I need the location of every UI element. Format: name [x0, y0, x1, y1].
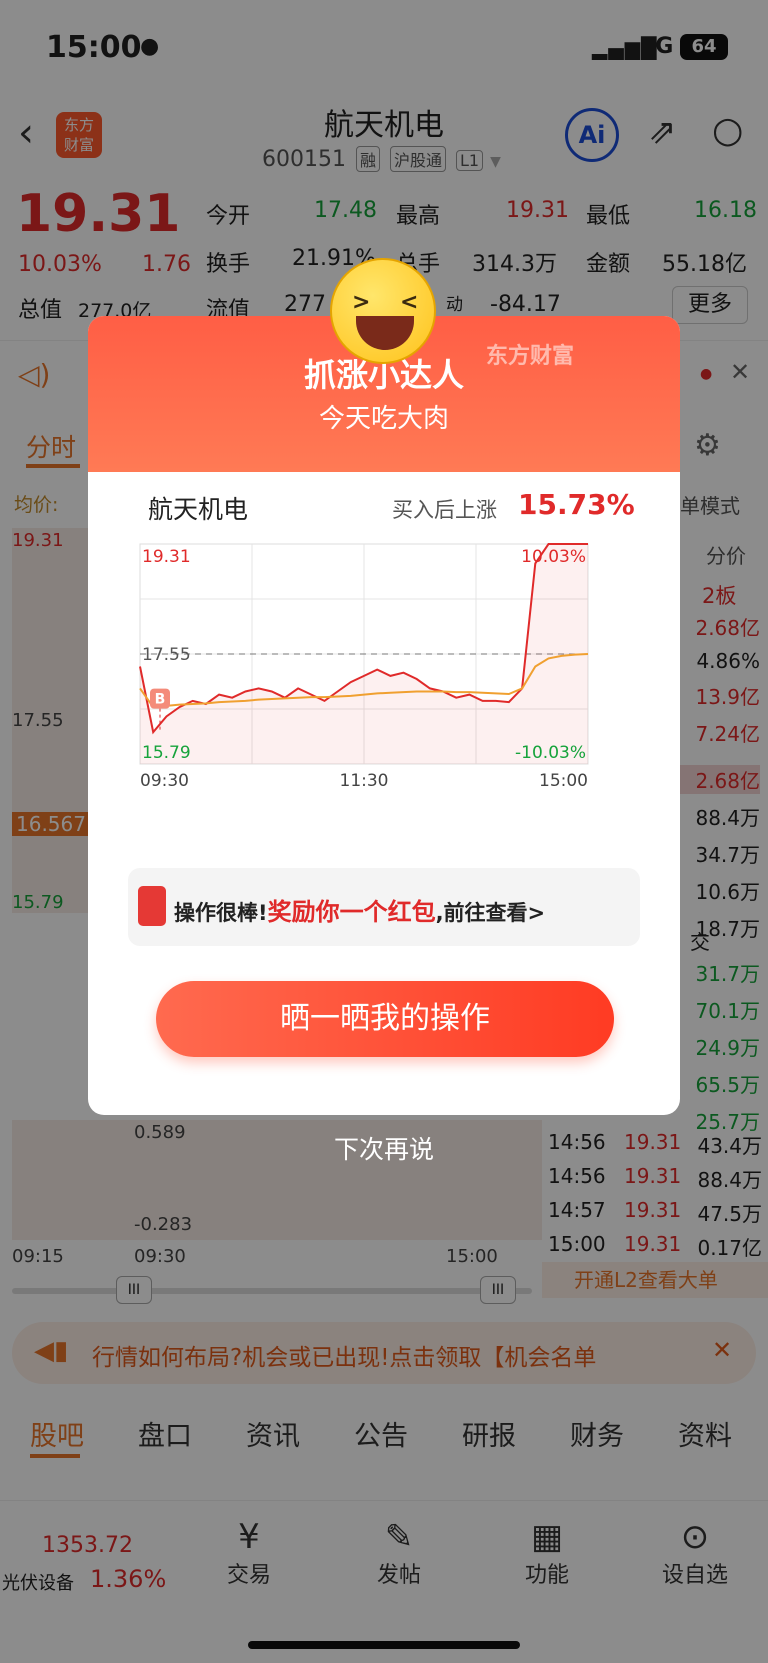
laughing-face-icon: > <	[330, 258, 436, 364]
share-operation-button[interactable]: 晒一晒我的操作	[156, 981, 614, 1057]
reward-text: 操作很棒!奖励你一个红包,前往查看>	[174, 892, 545, 927]
gain-label: 买入后上涨	[392, 498, 497, 522]
modal-subtitle: 今天吃大肉	[318, 404, 449, 434]
x-tick-label: 11:30	[340, 771, 389, 791]
gain-value: 15.73%	[518, 488, 635, 521]
mouth	[356, 316, 414, 350]
reward-highlight: 奖励你一个红包	[267, 898, 436, 926]
y-label-bottom-pct: -10.03%	[515, 743, 586, 763]
intraday-chart: B 19.31 17.55 15.79 10.03% -10.03% 09:30 11:30 1…	[139, 543, 589, 791]
x-tick-label: 15:00	[539, 771, 588, 791]
y-label-mid: 17.55	[142, 645, 191, 665]
y-label-top-pct: 10.03%	[521, 547, 586, 567]
eye-left: >	[352, 290, 371, 315]
y-label-bottom: 15.79	[142, 743, 191, 763]
achievement-modal: 东方财富 抓涨小达人 今天吃大肉 航天机电 买入后上涨 15.73% B 19.3…	[88, 316, 680, 1115]
x-tick-label: 09:30	[140, 771, 189, 791]
reward-lead: 操作很棒!	[174, 901, 268, 925]
y-label-top: 19.31	[142, 547, 191, 567]
red-envelope-icon	[138, 886, 166, 926]
reward-link[interactable]: ,前往查看>	[436, 901, 546, 925]
eye-right: <	[400, 290, 419, 315]
reward-bar[interactable]: 操作很棒!奖励你一个红包,前往查看>	[128, 868, 640, 946]
buy-marker-label: B	[155, 692, 166, 708]
app-screen: 15:00 ● ▂▄▆█ 5G 64 ‹ 东方 财富 航天机电 600151 融 …	[0, 0, 768, 1663]
modal-stock-name: 航天机电	[148, 495, 249, 524]
dismiss-link[interactable]: 下次再说	[0, 1130, 768, 1166]
